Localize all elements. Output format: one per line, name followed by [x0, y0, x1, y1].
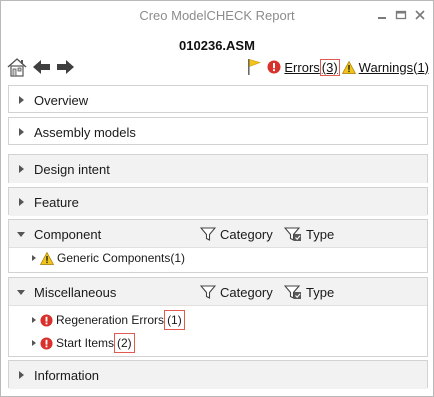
title-bar: Creo ModelCHECK Report: [1, 1, 433, 31]
error-icon: [40, 336, 53, 350]
report-window: Creo ModelCHECK Report 010236.ASM Errors…: [0, 0, 434, 397]
model-name-heading: 010236.ASM: [179, 38, 255, 53]
collapse-arrow-icon: [17, 289, 25, 295]
maximize-button[interactable]: [393, 7, 409, 23]
maximize-icon: [395, 10, 407, 20]
warning-icon: [40, 251, 54, 265]
expand-arrow-icon: [32, 340, 36, 346]
section-information[interactable]: Information: [8, 360, 428, 389]
item-label: Regeneration Errors: [56, 313, 165, 327]
component-category-label: Category: [220, 226, 273, 242]
section-feature-label: Feature: [34, 194, 79, 210]
section-component: Component Category Type Generic Componen…: [8, 219, 428, 273]
error-icon: [267, 60, 281, 74]
divider: [9, 247, 427, 248]
miscellaneous-category-filter[interactable]: Category: [200, 284, 273, 300]
divider: [9, 305, 427, 306]
section-miscellaneous: Miscellaneous Category Type Regeneration…: [8, 277, 428, 357]
item-count: (1): [164, 310, 185, 330]
warnings-label: Warnings: [358, 59, 414, 75]
list-item-regeneration-errors[interactable]: Regeneration Errors (1): [32, 310, 185, 330]
section-overview[interactable]: Overview: [8, 85, 428, 113]
component-category-filter[interactable]: Category: [200, 226, 273, 242]
section-miscellaneous-label: Miscellaneous: [34, 284, 117, 300]
item-label: Start Items: [56, 336, 115, 350]
item-label: Generic Components: [57, 251, 171, 265]
forward-button[interactable]: [54, 56, 76, 78]
close-icon: [415, 10, 425, 20]
filter-icon: [200, 227, 216, 241]
item-count: (1): [170, 251, 186, 265]
filter-type-icon: [284, 285, 301, 299]
flag-icon: [248, 59, 262, 75]
expand-arrow-icon: [19, 371, 24, 379]
minimize-icon: [378, 17, 386, 19]
miscellaneous-category-label: Category: [220, 284, 273, 300]
warnings-count: (1): [413, 59, 429, 75]
expand-arrow-icon: [19, 128, 24, 136]
list-item-start-items[interactable]: Start Items (2): [32, 333, 135, 353]
filter-type-icon: [284, 227, 301, 241]
errors-link[interactable]: Errors (3): [284, 58, 340, 76]
miscellaneous-type-filter[interactable]: Type: [284, 284, 334, 300]
back-button[interactable]: [31, 56, 53, 78]
warnings-link[interactable]: Warnings(1): [359, 60, 429, 75]
warning-icon: [341, 60, 356, 74]
window-title: Creo ModelCHECK Report: [139, 8, 295, 23]
collapse-arrow-icon: [17, 231, 25, 237]
home-button[interactable]: [6, 56, 28, 78]
section-feature[interactable]: Feature: [8, 187, 428, 216]
status-summary: Errors (3) Warnings(1): [246, 58, 429, 76]
expand-arrow-icon: [32, 317, 36, 323]
expand-arrow-icon: [19, 198, 24, 206]
section-design-intent-label: Design intent: [34, 161, 110, 177]
section-information-label: Information: [34, 367, 100, 383]
home-icon: [7, 58, 27, 77]
section-component-label: Component: [34, 226, 102, 242]
filter-icon: [200, 285, 216, 299]
minimize-button[interactable]: [374, 7, 390, 23]
close-button[interactable]: [412, 7, 428, 23]
component-type-label: Type: [306, 226, 335, 242]
section-assembly-models[interactable]: Assembly models: [8, 117, 428, 145]
error-icon: [40, 313, 53, 327]
expand-arrow-icon: [19, 96, 24, 104]
back-arrow-icon: [33, 60, 50, 74]
section-overview-label: Overview: [34, 92, 89, 108]
list-item-generic-components[interactable]: Generic Components (1): [32, 251, 185, 265]
expand-arrow-icon: [19, 165, 24, 173]
errors-count: (3): [319, 58, 340, 76]
section-assembly-models-label: Assembly models: [34, 124, 136, 140]
section-design-intent[interactable]: Design intent: [8, 154, 428, 183]
component-type-filter[interactable]: Type: [284, 226, 334, 242]
forward-arrow-icon: [57, 60, 74, 74]
errors-label: Errors: [284, 59, 320, 75]
expand-arrow-icon: [32, 255, 36, 261]
item-count: (2): [114, 333, 135, 353]
miscellaneous-type-label: Type: [306, 284, 335, 300]
